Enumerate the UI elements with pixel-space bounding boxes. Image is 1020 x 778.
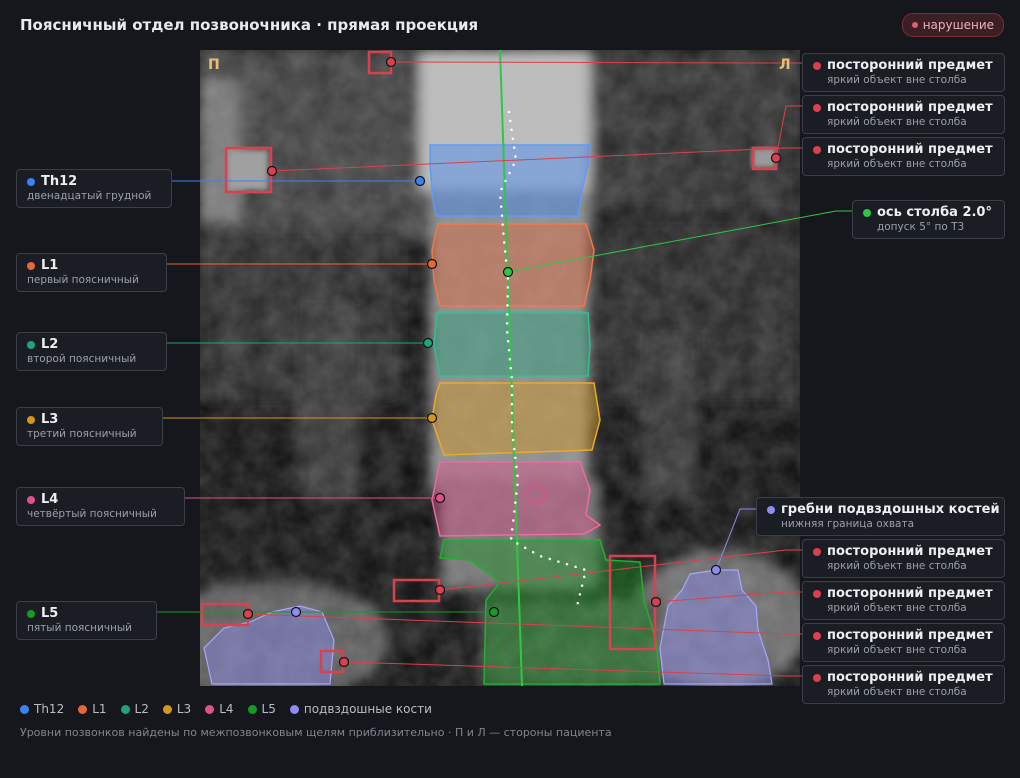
label-foreign-name: посторонний предмет (827, 142, 993, 157)
legend-label: L5 (261, 702, 276, 716)
legend-dot-icon (162, 704, 172, 714)
label-foreign-desc: яркий объект вне столба (827, 644, 967, 656)
legend-item[interactable]: L3 (162, 702, 192, 716)
legend-item[interactable]: L2 (120, 702, 149, 716)
l3-dot-icon (27, 415, 35, 424)
label-L1-desc: первый поясничный (27, 274, 139, 286)
label-foreign-name: посторонний предмет (827, 58, 993, 73)
l2-dot-icon (27, 340, 35, 349)
legend-dot-icon (120, 704, 130, 714)
status-badge-label: нарушение (922, 18, 994, 32)
label-foreign-name: посторонний предмет (827, 586, 993, 601)
legend-item[interactable]: L1 (78, 702, 107, 716)
label-iliac-desc: нижняя граница охвата (781, 518, 915, 530)
label-L2[interactable]: L2 второй поясничный (16, 332, 167, 371)
label-spine-axis[interactable]: ось столба 2.0° допуск 5° по Т3 (852, 200, 1005, 239)
legend-label: L1 (92, 702, 107, 716)
label-foreign-desc: яркий объект вне столба (827, 116, 967, 128)
label-foreign-desc: яркий объект вне столба (827, 158, 967, 170)
label-iliac-crests[interactable]: гребни подвздошных костей нижняя граница… (756, 497, 1005, 536)
iliac-dot-icon (767, 505, 775, 514)
label-foreign-desc: яркий объект вне столба (827, 602, 967, 614)
legend-label: Th12 (34, 702, 65, 716)
side-marker-left: Л (779, 57, 791, 73)
axis-dot-icon (863, 208, 871, 217)
label-axis-desc: допуск 5° по Т3 (877, 221, 965, 233)
legend: Th12 L1 L2 L3 L4 L5 подвздошные кости (20, 702, 432, 716)
foreign-dot-icon (813, 631, 821, 640)
label-foreign-6[interactable]: посторонний предмет яркий объект вне сто… (802, 623, 1005, 662)
foreign-dot-icon (813, 547, 821, 556)
page-title: Поясничный отдел позвоночника · прямая п… (20, 16, 479, 34)
l1-dot-icon (27, 261, 35, 270)
legend-dot-icon (289, 704, 299, 714)
label-axis-name: ось столба 2.0° (877, 205, 992, 220)
legend-label: L3 (176, 702, 192, 716)
label-Th12[interactable]: Th12 двенадцатый грудной (16, 169, 172, 208)
label-foreign-2[interactable]: посторонний предмет яркий объект вне сто… (802, 95, 1005, 134)
label-L4-desc: четвёртый поясничный (27, 508, 157, 520)
footnote: Уровни позвонков найдены по межпозвонков… (20, 726, 612, 739)
label-foreign-desc: яркий объект вне столба (827, 74, 967, 86)
label-foreign-desc: яркий объект вне столба (827, 560, 967, 572)
status-badge[interactable]: нарушение (901, 13, 1004, 37)
foreign-dot-icon (813, 103, 821, 112)
label-foreign-desc: яркий объект вне столба (827, 686, 967, 698)
legend-item[interactable]: подвздошные кости (289, 702, 432, 716)
legend-item[interactable]: L5 (247, 702, 276, 716)
label-foreign-4[interactable]: посторонний предмет яркий объект вне сто… (802, 539, 1005, 578)
th12-dot-icon (27, 177, 35, 186)
l5-dot-icon (27, 609, 35, 618)
legend-label: L2 (134, 702, 149, 716)
legend-label: L4 (219, 702, 234, 716)
label-L4-name: L4 (41, 492, 59, 507)
legend-dot-icon (78, 704, 88, 714)
alert-dot-icon (911, 22, 918, 28)
side-marker-right: П (208, 57, 220, 73)
label-L5-desc: пятый поясничный (27, 622, 132, 634)
foreign-dot-icon (813, 673, 821, 682)
label-L5-name: L5 (41, 606, 59, 621)
label-foreign-name: посторонний предмет (827, 544, 993, 559)
foreign-dot-icon (813, 589, 821, 598)
label-L3[interactable]: L3 третий поясничный (16, 407, 163, 446)
label-foreign-5[interactable]: посторонний предмет яркий объект вне сто… (802, 581, 1005, 620)
xray-scan[interactable] (200, 50, 800, 686)
label-L4[interactable]: L4 четвёртый поясничный (16, 487, 185, 526)
foreign-dot-icon (813, 145, 821, 154)
legend-label: подвздошные кости (303, 702, 432, 716)
label-L2-name: L2 (41, 337, 59, 352)
legend-dot-icon (20, 704, 29, 714)
legend-item[interactable]: L4 (205, 702, 234, 716)
legend-item[interactable]: Th12 (20, 702, 64, 716)
xray-image (200, 50, 800, 686)
label-L1-name: L1 (41, 258, 59, 273)
label-L5[interactable]: L5 пятый поясничный (16, 601, 157, 640)
label-Th12-desc: двенадцатый грудной (27, 190, 152, 202)
label-L2-desc: второй поясничный (27, 353, 137, 365)
label-foreign-name: посторонний предмет (827, 100, 993, 115)
foreign-dot-icon (813, 61, 821, 70)
legend-dot-icon (247, 704, 257, 714)
label-foreign-name: посторонний предмет (827, 628, 993, 643)
legend-dot-icon (205, 704, 215, 714)
label-iliac-name: гребни подвздошных костей (781, 502, 1000, 517)
label-foreign-name: посторонний предмет (827, 670, 993, 685)
label-Th12-name: Th12 (41, 174, 78, 189)
label-foreign-7[interactable]: посторонний предмет яркий объект вне сто… (802, 665, 1005, 704)
label-L3-name: L3 (41, 412, 59, 427)
label-L1[interactable]: L1 первый поясничный (16, 253, 167, 292)
label-L3-desc: третий поясничный (27, 428, 137, 440)
l4-dot-icon (27, 495, 35, 504)
label-foreign-1[interactable]: посторонний предмет яркий объект вне сто… (802, 53, 1005, 92)
label-foreign-3[interactable]: посторонний предмет яркий объект вне сто… (802, 137, 1005, 176)
